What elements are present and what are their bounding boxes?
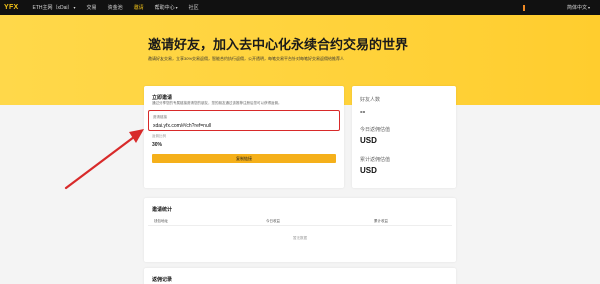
- commission-rate-value: 30%: [152, 142, 163, 148]
- top-nav: YFX ETH主网（xDai）▾ 交易 资金池 邀请 帮助中心▾ 社区 简体中文…: [0, 0, 600, 15]
- nav-item-community[interactable]: 社区: [189, 4, 199, 11]
- total-rebate-value: USD: [360, 166, 377, 175]
- page-title: 邀请好友，加入去中心化永续合约交易的世界: [148, 37, 409, 52]
- friends-count-label: 好友人数: [360, 97, 381, 103]
- empty-state: 暂无数据: [293, 236, 307, 240]
- nav-network-selector[interactable]: ETH主网（xDai）▾: [33, 4, 76, 11]
- today-rebate-label: 今日返佣估值: [360, 127, 391, 133]
- nav-item-help[interactable]: 帮助中心▾: [155, 4, 178, 11]
- invite-link-value[interactable]: xdai.yfx.com/#/ch?ref=null: [153, 123, 211, 129]
- invite-link-field[interactable]: 邀请链接 xdai.yfx.com/#/ch?ref=null: [148, 110, 340, 131]
- language-selector[interactable]: 简体中文▾: [567, 4, 590, 11]
- arrow-shaft: [64, 135, 136, 190]
- rebate-records-title: 返佣记录: [152, 277, 173, 283]
- chevron-down-icon: ▾: [175, 5, 178, 10]
- total-rebate-label: 累计返佣估值: [360, 157, 391, 163]
- commission-rate-label: 返佣比例: [152, 134, 166, 138]
- stats-card: 好友人数 -- 今日返佣估值 USD 累计返佣估值 USD: [352, 86, 456, 188]
- copy-link-button[interactable]: 复制链接: [152, 154, 336, 163]
- nav-network-label: ETH主网（xDai）: [32, 5, 73, 11]
- today-rebate-value: USD: [360, 136, 377, 145]
- friends-count-value: --: [360, 107, 366, 116]
- invite-link-label: 邀请链接: [153, 115, 167, 119]
- nav-item-invite[interactable]: 邀请: [134, 4, 144, 11]
- chevron-down-icon: ▾: [587, 5, 590, 10]
- nav-item-pool[interactable]: 资金池: [108, 4, 123, 11]
- chevron-down-icon: ▾: [73, 5, 76, 10]
- wallet-icon[interactable]: [522, 4, 527, 11]
- rebate-records-card: 返佣记录: [144, 268, 456, 284]
- column-header-today: 今日收益: [266, 219, 280, 223]
- column-header-total: 累计收益: [374, 219, 388, 223]
- yfx-logo[interactable]: YFX: [4, 4, 19, 11]
- invite-card: 立即邀请 通过分享您的专属链接邀请您的朋友，您的朋友通过该推荐注册后您可以获得返…: [144, 86, 344, 188]
- invite-stats-card: 邀请统计 钱包地址 今日收益 累计收益 暂无数据: [144, 198, 456, 262]
- language-label: 简体中文: [566, 5, 587, 11]
- nav-item-trade[interactable]: 交易: [87, 4, 97, 11]
- column-header-wallet: 钱包地址: [154, 219, 168, 223]
- invite-card-description: 通过分享您的专属链接邀请您的朋友，您的朋友通过该推荐注册后您可以获得返佣。: [152, 101, 282, 105]
- page-subtitle: 邀请好友交易，立享30%交易返佣，智能合约执行返佣，公开透明，每笔交易平台针对每…: [148, 56, 345, 61]
- table-header: 钱包地址 今日收益 累计收益: [148, 218, 452, 226]
- arrow-head: [129, 129, 144, 143]
- nav-help-label: 帮助中心: [154, 5, 175, 11]
- invite-stats-title: 邀请统计: [152, 207, 173, 213]
- invite-card-title: 立即邀请: [152, 95, 173, 101]
